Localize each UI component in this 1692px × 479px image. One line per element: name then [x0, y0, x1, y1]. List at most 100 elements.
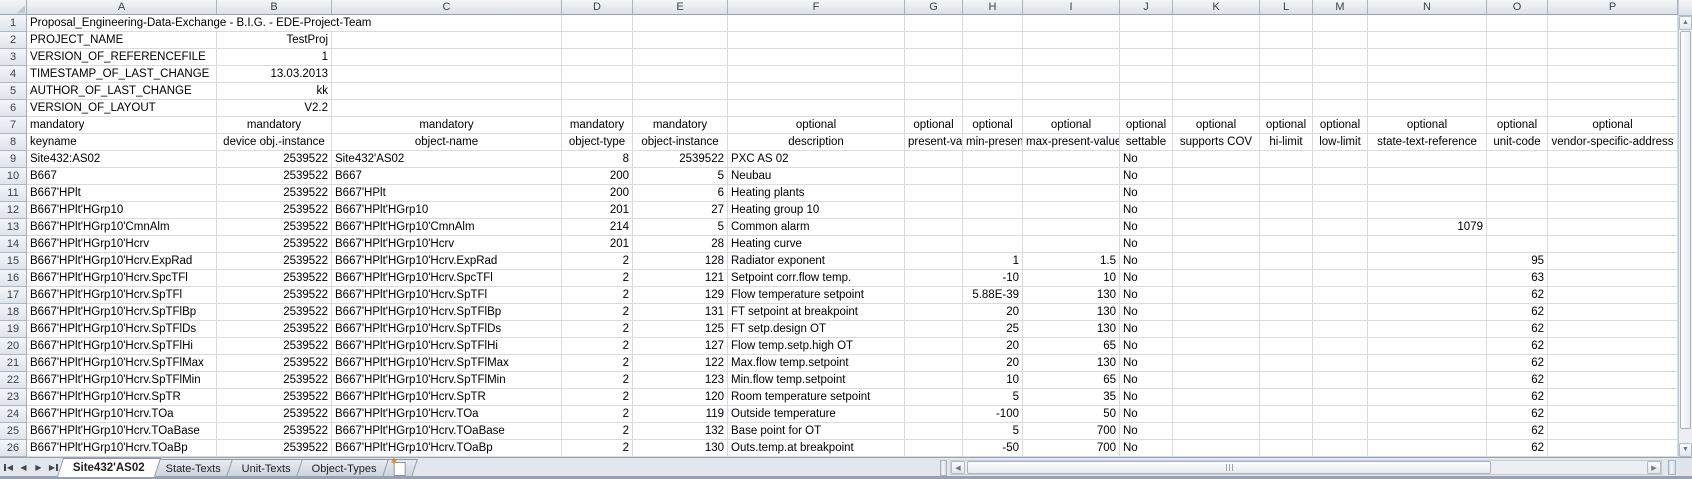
- cell-F9[interactable]: PXC AS 02: [728, 151, 905, 168]
- cell-K8[interactable]: supports COV: [1173, 134, 1260, 151]
- cell-F25[interactable]: Base point for OT: [728, 423, 905, 440]
- cell-M9[interactable]: [1313, 151, 1368, 168]
- cell-H12[interactable]: [963, 202, 1023, 219]
- cell-D24[interactable]: 2: [562, 406, 633, 423]
- cell-I1[interactable]: [1023, 15, 1120, 32]
- cell-P17[interactable]: [1548, 287, 1678, 304]
- horizontal-scrollbar[interactable]: ◀ ▶: [950, 460, 1662, 475]
- cell-E1[interactable]: [633, 15, 728, 32]
- row-header-14[interactable]: 14: [0, 236, 27, 253]
- cell-H5[interactable]: [963, 83, 1023, 100]
- cell-D18[interactable]: 2: [562, 304, 633, 321]
- cell-P1[interactable]: [1548, 15, 1678, 32]
- cell-A10[interactable]: B667: [27, 168, 217, 185]
- cell-E2[interactable]: [633, 32, 728, 49]
- cell-O7[interactable]: optional: [1487, 117, 1548, 134]
- cell-C22[interactable]: B667'HPlt'HGrp10'Hcrv.SpTFlMin: [332, 372, 562, 389]
- cell-J15[interactable]: No: [1120, 253, 1173, 270]
- cell-G8[interactable]: present-value-default: [905, 134, 963, 151]
- column-header-B[interactable]: B: [217, 0, 332, 15]
- cell-I24[interactable]: 50: [1023, 406, 1120, 423]
- cell-F16[interactable]: Setpoint corr.flow temp.: [728, 270, 905, 287]
- cell-J23[interactable]: No: [1120, 389, 1173, 406]
- cell-I11[interactable]: [1023, 185, 1120, 202]
- cell-A18[interactable]: B667'HPlt'HGrp10'Hcrv.SpTFlBp: [27, 304, 217, 321]
- cell-H2[interactable]: [963, 32, 1023, 49]
- cell-C10[interactable]: B667: [332, 168, 562, 185]
- cell-F23[interactable]: Room temperature setpoint: [728, 389, 905, 406]
- cell-M24[interactable]: [1313, 406, 1368, 423]
- cell-K13[interactable]: [1173, 219, 1260, 236]
- cell-H23[interactable]: 5: [963, 389, 1023, 406]
- cell-P7[interactable]: optional: [1548, 117, 1678, 134]
- cell-O8[interactable]: unit-code: [1487, 134, 1548, 151]
- cell-I16[interactable]: 10: [1023, 270, 1120, 287]
- cell-G24[interactable]: [905, 406, 963, 423]
- cell-L19[interactable]: [1260, 321, 1313, 338]
- cell-F2[interactable]: [728, 32, 905, 49]
- row-header-2[interactable]: 2: [0, 32, 27, 49]
- cell-B19[interactable]: 2539522: [217, 321, 332, 338]
- cell-N1[interactable]: [1368, 15, 1487, 32]
- cell-P15[interactable]: [1548, 253, 1678, 270]
- cell-D4[interactable]: [562, 66, 633, 83]
- cell-J8[interactable]: settable: [1120, 134, 1173, 151]
- cell-M26[interactable]: [1313, 440, 1368, 457]
- cell-G26[interactable]: [905, 440, 963, 457]
- cell-I19[interactable]: 130: [1023, 321, 1120, 338]
- cell-N21[interactable]: [1368, 355, 1487, 372]
- cell-C8[interactable]: object-name: [332, 134, 562, 151]
- cell-O4[interactable]: [1487, 66, 1548, 83]
- row-header-25[interactable]: 25: [0, 423, 27, 440]
- cell-N14[interactable]: [1368, 236, 1487, 253]
- cell-O24[interactable]: 62: [1487, 406, 1548, 423]
- cell-N20[interactable]: [1368, 338, 1487, 355]
- cell-M14[interactable]: [1313, 236, 1368, 253]
- cell-E19[interactable]: 125: [633, 321, 728, 338]
- cell-J3[interactable]: [1120, 49, 1173, 66]
- cell-E10[interactable]: 5: [633, 168, 728, 185]
- vertical-scrollbar-thumb[interactable]: [1680, 31, 1691, 429]
- cell-H17[interactable]: 5.88E-39: [963, 287, 1023, 304]
- cell-K5[interactable]: [1173, 83, 1260, 100]
- cell-G2[interactable]: [905, 32, 963, 49]
- cell-I17[interactable]: 130: [1023, 287, 1120, 304]
- row-header-20[interactable]: 20: [0, 338, 27, 355]
- row-header-19[interactable]: 19: [0, 321, 27, 338]
- cell-E8[interactable]: object-instance: [633, 134, 728, 151]
- cell-E23[interactable]: 120: [633, 389, 728, 406]
- cell-J25[interactable]: No: [1120, 423, 1173, 440]
- cell-B23[interactable]: 2539522: [217, 389, 332, 406]
- row-header-22[interactable]: 22: [0, 372, 27, 389]
- cell-M6[interactable]: [1313, 100, 1368, 117]
- cell-K21[interactable]: [1173, 355, 1260, 372]
- cell-B16[interactable]: 2539522: [217, 270, 332, 287]
- cell-L12[interactable]: [1260, 202, 1313, 219]
- cell-K4[interactable]: [1173, 66, 1260, 83]
- cell-K12[interactable]: [1173, 202, 1260, 219]
- cell-F8[interactable]: description: [728, 134, 905, 151]
- cell-N3[interactable]: [1368, 49, 1487, 66]
- cell-E24[interactable]: 119: [633, 406, 728, 423]
- cell-L20[interactable]: [1260, 338, 1313, 355]
- cell-P6[interactable]: [1548, 100, 1678, 117]
- cell-A6[interactable]: VERSION_OF_LAYOUT: [27, 100, 217, 117]
- column-header-M[interactable]: M: [1313, 0, 1368, 15]
- cell-I7[interactable]: optional: [1023, 117, 1120, 134]
- cell-O14[interactable]: [1487, 236, 1548, 253]
- row-header-5[interactable]: 5: [0, 83, 27, 100]
- cell-O12[interactable]: [1487, 202, 1548, 219]
- cell-I9[interactable]: [1023, 151, 1120, 168]
- cell-P9[interactable]: [1548, 151, 1678, 168]
- cell-K11[interactable]: [1173, 185, 1260, 202]
- cell-M19[interactable]: [1313, 321, 1368, 338]
- cell-M15[interactable]: [1313, 253, 1368, 270]
- cell-M8[interactable]: low-limit: [1313, 134, 1368, 151]
- cell-O13[interactable]: [1487, 219, 1548, 236]
- cell-J17[interactable]: No: [1120, 287, 1173, 304]
- cell-N8[interactable]: state-text-reference: [1368, 134, 1487, 151]
- cell-I26[interactable]: 700: [1023, 440, 1120, 457]
- cell-B12[interactable]: 2539522: [217, 202, 332, 219]
- cell-E11[interactable]: 6: [633, 185, 728, 202]
- cell-L7[interactable]: optional: [1260, 117, 1313, 134]
